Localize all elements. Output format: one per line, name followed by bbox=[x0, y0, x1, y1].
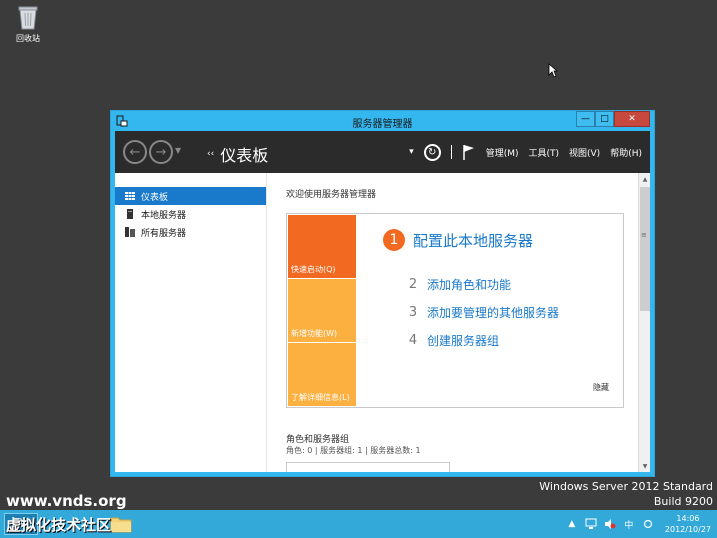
file-explorer-icon[interactable] bbox=[110, 514, 132, 534]
role-tile[interactable] bbox=[286, 462, 450, 472]
dashboard-icon bbox=[125, 191, 135, 201]
welcome-heading: 欢迎使用服务器管理器 bbox=[286, 190, 377, 200]
toolbar-divider bbox=[450, 145, 452, 159]
os-version-info: Windows Server 2012 Standard Build 9200 bbox=[539, 479, 713, 509]
recycle-bin-icon bbox=[18, 6, 38, 30]
os-name: Windows Server 2012 Standard bbox=[539, 480, 713, 493]
window-title: 服务器管理器 bbox=[352, 119, 413, 130]
server-icon bbox=[125, 209, 135, 219]
dashboard-main: 欢迎使用服务器管理器 快速启动(Q) 新增功能(W) 了解详细信息(L) 1 配… bbox=[268, 173, 638, 472]
ime-settings-icon[interactable] bbox=[642, 518, 654, 530]
breadcrumb: ‹‹ 仪表板 bbox=[207, 142, 268, 166]
sidebar-item-label: 本地服务器 bbox=[141, 210, 187, 221]
command-bar: ← → ▼ ‹‹ 仪表板 ▾ ↻ 管理(M) 工具(T) 视图(V) 帮助(H) bbox=[115, 131, 650, 173]
step-number-badge: 1 bbox=[383, 229, 405, 251]
tile-label: 快速启动(Q) bbox=[291, 265, 336, 274]
back-arrow-icon: ← bbox=[129, 144, 141, 160]
show-hidden-icons-icon[interactable]: ▲ bbox=[566, 518, 578, 530]
window-titlebar[interactable]: 服务器管理器 — □ ✕ bbox=[111, 111, 654, 131]
scroll-up-icon[interactable]: ▲ bbox=[639, 173, 651, 185]
scroll-grip-icon: ≡ bbox=[641, 231, 647, 239]
servers-icon bbox=[125, 227, 135, 237]
navigation-pane: 仪表板 本地服务器 所有服务器 bbox=[115, 173, 267, 472]
close-button[interactable]: ✕ bbox=[614, 111, 650, 127]
refresh-icon[interactable]: ↻ bbox=[423, 143, 441, 161]
volume-icon[interactable] bbox=[604, 518, 616, 530]
step-create-server-group[interactable]: 4 创建服务器组 bbox=[407, 332, 499, 349]
roles-summary: 角色: 0 | 服务器组: 1 | 服务器总数: 1 bbox=[286, 446, 421, 455]
system-tray: ▲ 中 14:06 2012/10/27 bbox=[566, 510, 711, 538]
step-number: 2 bbox=[408, 277, 418, 292]
breadcrumb-label: 仪表板 bbox=[220, 146, 269, 165]
forward-button[interactable]: → bbox=[149, 140, 173, 164]
step-add-roles[interactable]: 2 添加角色和功能 bbox=[407, 276, 511, 293]
minimize-icon: — bbox=[581, 114, 590, 124]
sidebar-item-dashboard[interactable]: 仪表板 bbox=[115, 187, 266, 205]
minimize-button[interactable]: — bbox=[576, 111, 595, 127]
clock[interactable]: 14:06 2012/10/27 bbox=[665, 513, 711, 535]
menu-help[interactable]: 帮助(H) bbox=[610, 146, 642, 159]
step-configure-local-server[interactable]: 1 配置此本地服务器 bbox=[383, 229, 533, 251]
network-icon[interactable] bbox=[585, 518, 597, 530]
maximize-button[interactable]: □ bbox=[595, 111, 614, 127]
mouse-cursor-icon bbox=[548, 63, 558, 78]
sidebar-item-local-server[interactable]: 本地服务器 bbox=[115, 205, 266, 223]
step-label: 添加角色和功能 bbox=[427, 278, 512, 292]
sidebar-item-label: 所有服务器 bbox=[141, 228, 187, 239]
refresh-dropdown-icon[interactable]: ▾ bbox=[409, 147, 414, 157]
menu-tools[interactable]: 工具(T) bbox=[528, 146, 559, 159]
recycle-bin[interactable]: 回收站 bbox=[10, 4, 46, 44]
quick-start-panel: 快速启动(Q) 新增功能(W) 了解详细信息(L) 1 配置此本地服务器 2 添… bbox=[286, 213, 624, 408]
content-area: 仪表板 本地服务器 所有服务器 欢迎使用服务器管理器 快速启动(Q) 新增功能(… bbox=[115, 173, 650, 472]
step-number: 3 bbox=[408, 305, 418, 320]
step-number: 4 bbox=[408, 333, 418, 348]
tile-quick-start[interactable]: 快速启动(Q) bbox=[288, 215, 356, 278]
input-method-indicator[interactable]: 中 bbox=[623, 518, 635, 531]
roles-section-title: 角色和服务器组 bbox=[286, 435, 350, 445]
forward-arrow-icon: → bbox=[155, 144, 167, 160]
back-button[interactable]: ← bbox=[123, 140, 147, 164]
scrollbar-thumb[interactable] bbox=[640, 187, 650, 311]
close-icon: ✕ bbox=[628, 114, 636, 124]
sidebar-item-all-servers[interactable]: 所有服务器 bbox=[115, 223, 266, 241]
watermark-community-name: 虚拟化技术社区 bbox=[6, 516, 112, 534]
watermark-url: www.vnds.org bbox=[6, 492, 127, 510]
menu-view[interactable]: 视图(V) bbox=[569, 146, 600, 159]
hide-link[interactable]: 隐藏 bbox=[593, 382, 609, 393]
step-label: 添加要管理的其他服务器 bbox=[427, 306, 560, 320]
notifications-flag-icon[interactable] bbox=[462, 144, 476, 160]
tile-learn-more[interactable]: 了解详细信息(L) bbox=[288, 343, 356, 406]
sidebar-item-label: 仪表板 bbox=[141, 192, 169, 203]
clock-date: 2012/10/27 bbox=[664, 525, 711, 534]
scroll-down-icon[interactable]: ▼ bbox=[639, 460, 651, 472]
tile-label: 新增功能(W) bbox=[291, 329, 338, 338]
tile-whats-new[interactable]: 新增功能(W) bbox=[288, 279, 356, 342]
step-label: 配置此本地服务器 bbox=[413, 231, 534, 250]
breadcrumb-arrows-icon[interactable]: ‹‹ bbox=[207, 149, 214, 159]
step-label: 创建服务器组 bbox=[427, 334, 500, 348]
os-build: Build 9200 bbox=[653, 495, 713, 508]
recycle-bin-label: 回收站 bbox=[16, 34, 40, 43]
clock-time: 14:06 bbox=[676, 514, 700, 523]
step-add-servers[interactable]: 3 添加要管理的其他服务器 bbox=[407, 304, 559, 321]
tile-label: 了解详细信息(L) bbox=[291, 393, 350, 402]
maximize-icon: □ bbox=[600, 114, 609, 124]
vertical-scrollbar[interactable]: ▲ ≡ ▼ bbox=[638, 173, 650, 472]
menu-manage[interactable]: 管理(M) bbox=[486, 146, 519, 159]
server-manager-window: 服务器管理器 — □ ✕ ← → ▼ ‹‹ 仪表板 ▾ ↻ 管理(M) 工具(T… bbox=[110, 110, 655, 477]
history-dropdown-icon[interactable]: ▼ bbox=[175, 146, 181, 155]
